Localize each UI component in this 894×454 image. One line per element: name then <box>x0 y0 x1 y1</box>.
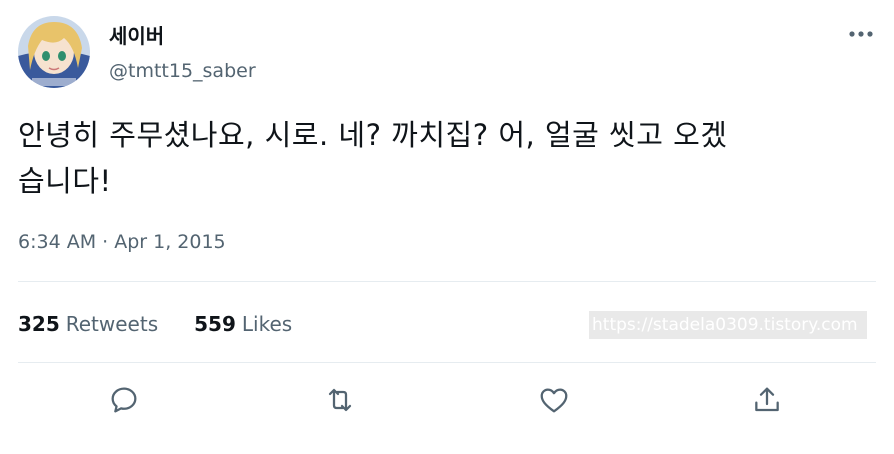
reply-button[interactable] <box>106 382 142 418</box>
tweet-text: 안녕히 주무셨나요, 시로. 네? 까치집? 어, 얼굴 씻고 오겠 습니다! <box>18 112 880 204</box>
reply-icon <box>111 387 137 413</box>
tweet-card: 세이버 @tmtt15_saber 안녕히 주무셨나요, 시로. 네? 까치집?… <box>0 0 894 454</box>
retweets-stat[interactable]: 325 Retweets <box>18 309 158 339</box>
more-dots-icon <box>849 31 873 37</box>
retweet-icon <box>328 388 352 412</box>
divider <box>18 362 876 363</box>
heart-icon <box>540 388 568 413</box>
tweet-text-line: 안녕히 주무셨나요, 시로. 네? 까치집? 어, 얼굴 씻고 오겠 <box>18 118 728 152</box>
avatar[interactable] <box>18 16 90 88</box>
anime-avatar-icon <box>18 16 90 88</box>
tweet-stats: 325 Retweets 559 Likes <box>18 309 292 339</box>
retweets-label: Retweets <box>65 312 159 336</box>
user-handle[interactable]: @tmtt15_saber <box>109 58 256 84</box>
watermark: https://stadela0309.tistory.com <box>589 311 867 339</box>
more-options-button[interactable] <box>846 22 876 46</box>
share-button[interactable] <box>749 382 785 418</box>
likes-label: Likes <box>241 312 293 336</box>
display-name[interactable]: 세이버 <box>109 22 164 50</box>
share-icon <box>755 387 779 412</box>
tweet-text-line: 습니다! <box>18 164 112 198</box>
likes-count: 559 <box>194 312 236 336</box>
likes-stat[interactable]: 559 Likes <box>194 309 292 339</box>
tweet-timestamp[interactable]: 6:34 AM · Apr 1, 2015 <box>18 228 226 256</box>
like-button[interactable] <box>536 382 572 418</box>
divider <box>18 281 876 282</box>
retweet-button[interactable] <box>322 382 358 418</box>
retweets-count: 325 <box>18 312 60 336</box>
